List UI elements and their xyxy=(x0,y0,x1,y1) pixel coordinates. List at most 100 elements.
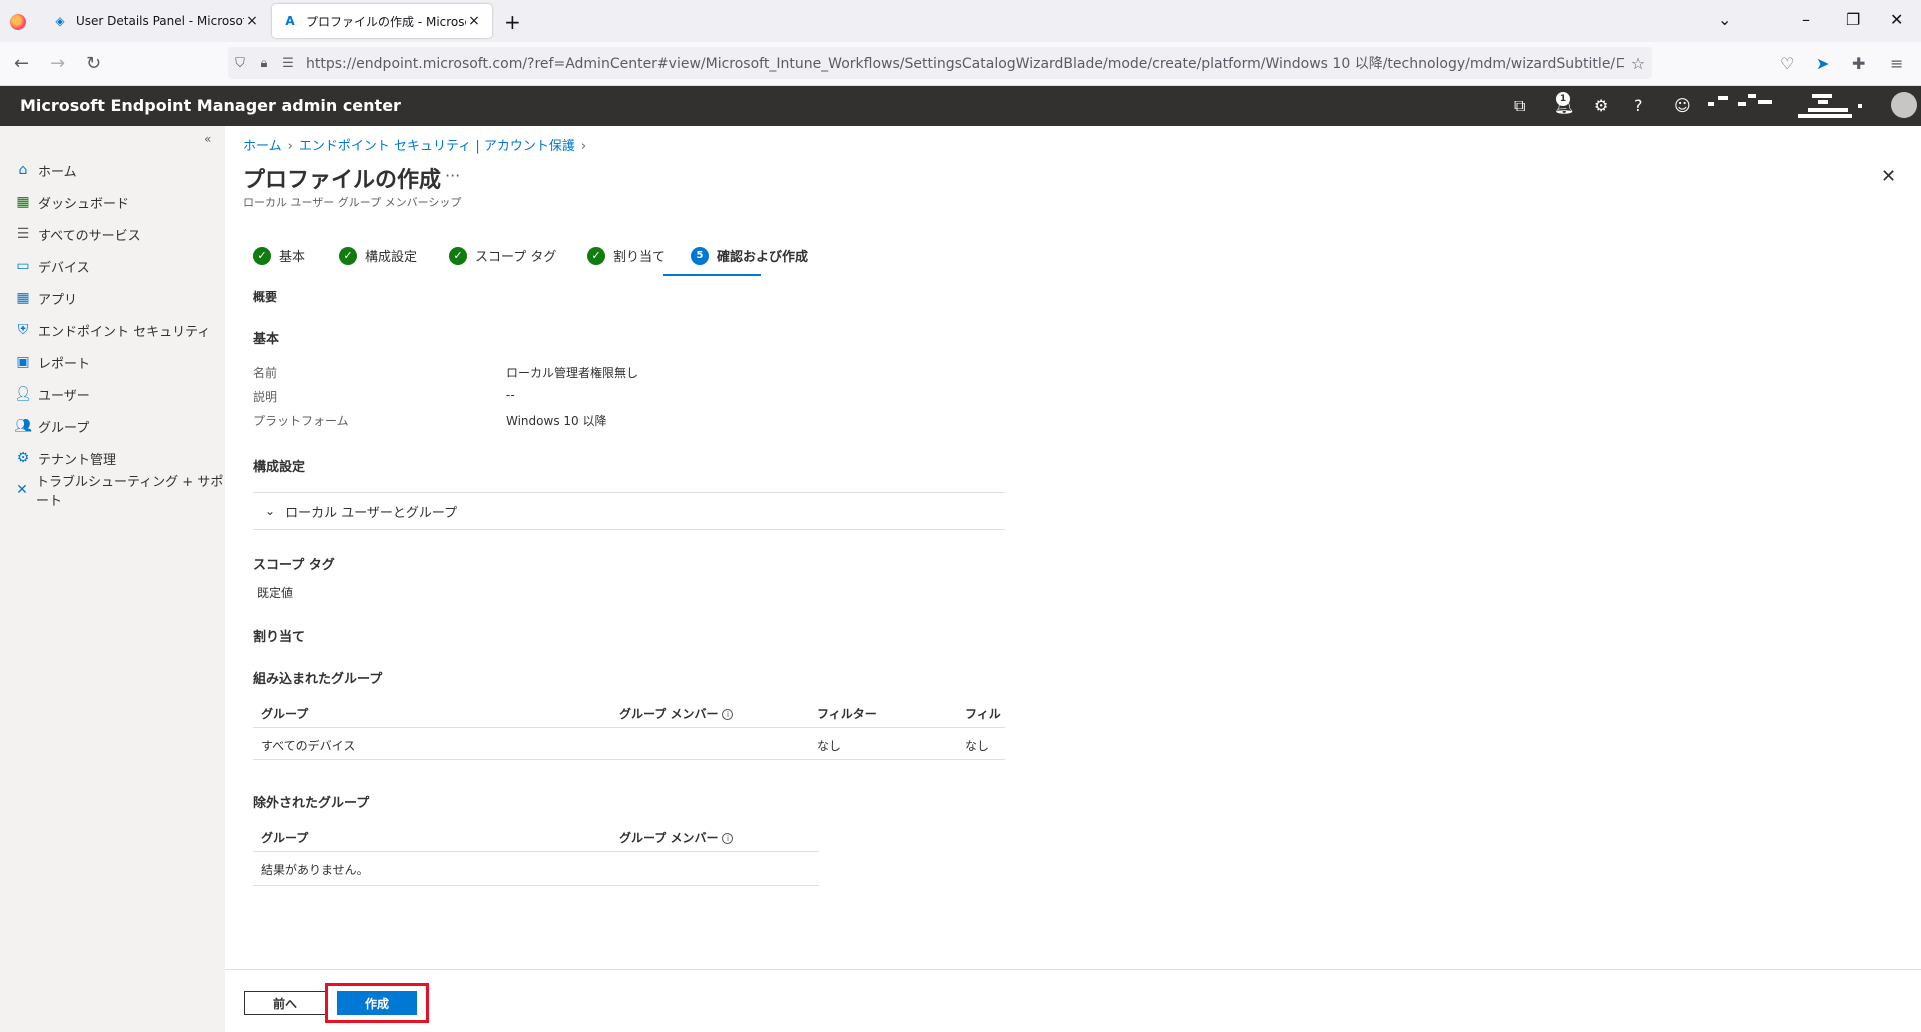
chevron-right-icon: › xyxy=(287,139,293,154)
shield-icon: ⛨ xyxy=(17,322,29,338)
chevron-down-icon: ⌄ xyxy=(265,504,276,518)
sidebar-item-devices[interactable]: ▭ デバイス xyxy=(14,254,90,278)
page-subtitle: ローカル ユーザー グループ メンバーシップ xyxy=(243,196,462,209)
column-header-filter-mode: フィル xyxy=(965,707,1001,721)
table-row: すべてのデバイス なし なし xyxy=(253,728,1005,760)
dashboard-icon: ▦ xyxy=(16,194,30,210)
devices-icon: ▭ xyxy=(16,258,30,274)
checkmark-icon: ✓ xyxy=(253,246,271,265)
step-configuration[interactable]: ✓ 構成設定 xyxy=(339,246,417,265)
user-icon: 👤︎ xyxy=(14,386,32,402)
avatar[interactable] xyxy=(1891,92,1917,118)
page-title: プロファイルの作成 xyxy=(243,168,442,193)
tab-list-chevron-icon[interactable]: ⌄ xyxy=(1718,10,1731,29)
sidebar-item-label: ダッシュボード xyxy=(38,196,130,212)
sidebar-item-home[interactable]: ⌂ ホーム xyxy=(14,158,77,182)
field-value-name: ローカル管理者権限無し xyxy=(506,366,639,380)
cell-group: すべてのデバイス xyxy=(261,739,356,753)
minimize-icon[interactable]: – xyxy=(1802,10,1810,29)
lock-icon[interactable]: 🔒︎ xyxy=(252,56,276,71)
sidebar-item-apps[interactable]: ▦ アプリ xyxy=(14,286,77,310)
checkmark-icon: ✓ xyxy=(587,246,605,265)
notification-badge: 1 xyxy=(1556,92,1570,106)
new-tab-icon[interactable]: + xyxy=(504,10,521,34)
more-options-icon[interactable]: ··· xyxy=(445,166,460,185)
browser-tab-user-details[interactable]: ◈ User Details Panel - Microsoft 365 × xyxy=(42,4,270,38)
step-number-badge: 5 xyxy=(691,246,709,265)
url-bar[interactable]: ⛉ 🔒︎ ☰ https://endpoint.microsoft.com/?r… xyxy=(228,47,1652,79)
close-icon[interactable]: ✕ xyxy=(1881,166,1896,187)
info-icon[interactable]: i xyxy=(722,833,734,844)
portal-header: Microsoft Endpoint Manager admin center … xyxy=(0,86,1921,126)
bookmark-star-icon[interactable]: ☆ xyxy=(1624,54,1652,73)
breadcrumb-home[interactable]: ホーム xyxy=(243,139,282,154)
sidebar-item-groups[interactable]: 👥︎ グループ xyxy=(14,414,89,438)
wrench-icon: ✕ xyxy=(16,482,28,498)
window-close-icon[interactable]: ✕ xyxy=(1890,10,1903,29)
restore-icon[interactable]: ❐ xyxy=(1846,10,1860,29)
local-users-groups-accordion[interactable]: ⌄ ローカル ユーザーとグループ xyxy=(253,492,1005,530)
reload-icon[interactable]: ↻ xyxy=(86,53,101,74)
sidebar-item-users[interactable]: 👤︎ ユーザー xyxy=(14,382,90,406)
browser-navbar: ← → ↻ ⛉ 🔒︎ ☰ https://endpoint.microsoft.… xyxy=(0,42,1921,86)
sidebar-item-all-services[interactable]: ☰ すべてのサービス xyxy=(14,222,141,246)
permissions-icon[interactable]: ☰ xyxy=(276,56,300,71)
step-review-create[interactable]: 5 確認および作成 xyxy=(691,246,808,265)
sidebar-item-dashboard[interactable]: ▦ ダッシュボード xyxy=(14,190,129,214)
column-header-group: グループ xyxy=(261,707,309,721)
table-header: グループ グループ メンバー i xyxy=(253,820,819,852)
close-tab-icon[interactable]: × xyxy=(466,13,482,29)
breadcrumb-account-protection[interactable]: エンドポイント セキュリティ | アカウント保護 xyxy=(299,139,575,154)
portal-title[interactable]: Microsoft Endpoint Manager admin center xyxy=(20,96,401,115)
menu-hamburger-icon[interactable]: ≡ xyxy=(1890,54,1903,73)
gear-icon[interactable]: ⚙ xyxy=(1594,96,1608,115)
sidebar-item-label: レポート xyxy=(38,356,91,372)
step-basics[interactable]: ✓ 基本 xyxy=(253,246,305,265)
back-icon[interactable]: ← xyxy=(14,53,29,74)
scope-tag-value: 既定値 xyxy=(257,586,294,600)
sidebar-item-troubleshooting[interactable]: ✕ トラブルシューティング + サポート xyxy=(14,475,225,509)
column-header-label: グループ メンバー xyxy=(619,831,719,845)
browser-tab-create-profile[interactable]: A プロファイルの作成 - Microsoft Endpoint Manager… xyxy=(272,4,492,38)
step-scope-tags[interactable]: ✓ スコープ タグ xyxy=(449,246,556,265)
close-tab-icon[interactable]: × xyxy=(244,13,260,29)
feedback-icon[interactable]: ☺ xyxy=(1674,96,1691,115)
azure-icon: A xyxy=(285,14,295,28)
step-assignments[interactable]: ✓ 割り当て xyxy=(587,246,665,265)
field-label-platform: プラットフォーム xyxy=(253,414,349,428)
extensions-puzzle-icon[interactable]: ✚ xyxy=(1852,54,1865,73)
sidebar-item-reports[interactable]: ▣ レポート xyxy=(14,350,90,374)
account-info-redacted[interactable] xyxy=(1708,90,1884,124)
step-label: 構成設定 xyxy=(365,250,418,265)
sidebar-item-endpoint-security[interactable]: ⛨ エンドポイント セキュリティ xyxy=(14,318,211,342)
column-header-group: グループ xyxy=(261,831,309,845)
field-label-name: 名前 xyxy=(253,366,278,380)
scope-tags-heading: スコープ タグ xyxy=(253,558,335,573)
collapse-nav-icon[interactable]: « xyxy=(204,132,211,146)
tenant-icon: ⚙ xyxy=(16,450,30,466)
cell-filter: なし xyxy=(817,739,842,753)
help-icon[interactable]: ? xyxy=(1634,96,1643,115)
tracking-shield-icon[interactable]: ⛉ xyxy=(228,56,252,71)
previous-button[interactable]: 前へ xyxy=(244,991,326,1015)
tab-title: User Details Panel - Microsoft 365 xyxy=(76,14,244,28)
step-label: スコープ タグ xyxy=(475,250,557,265)
chevron-right-icon: › xyxy=(580,139,587,154)
extension-icon[interactable]: ➤ xyxy=(1816,54,1829,73)
sidebar-item-label: ユーザー xyxy=(38,388,90,404)
sidebar-item-label: デバイス xyxy=(38,260,90,276)
reports-icon: ▣ xyxy=(16,354,30,370)
config-heading: 構成設定 xyxy=(253,460,306,475)
sidebar-item-tenant-admin[interactable]: ⚙ テナント管理 xyxy=(14,446,116,470)
pocket-icon[interactable]: ♡ xyxy=(1780,54,1794,73)
firefox-icon[interactable] xyxy=(10,14,26,30)
url-text[interactable]: https://endpoint.microsoft.com/?ref=Admi… xyxy=(306,53,1624,73)
included-groups-table: グループ グループ メンバー i フィルター フィル すべてのデバイス なし なし xyxy=(253,696,1005,760)
remote-help-icon[interactable]: ⧉ xyxy=(1514,96,1525,116)
info-icon[interactable]: i xyxy=(722,709,734,720)
groups-icon: 👥︎ xyxy=(14,418,32,434)
forward-icon[interactable]: → xyxy=(50,53,65,74)
breadcrumb: ホーム › エンドポイント セキュリティ | アカウント保護 › xyxy=(243,135,592,154)
create-button[interactable]: 作成 xyxy=(337,991,417,1015)
included-groups-heading: 組み込まれたグループ xyxy=(253,672,383,687)
